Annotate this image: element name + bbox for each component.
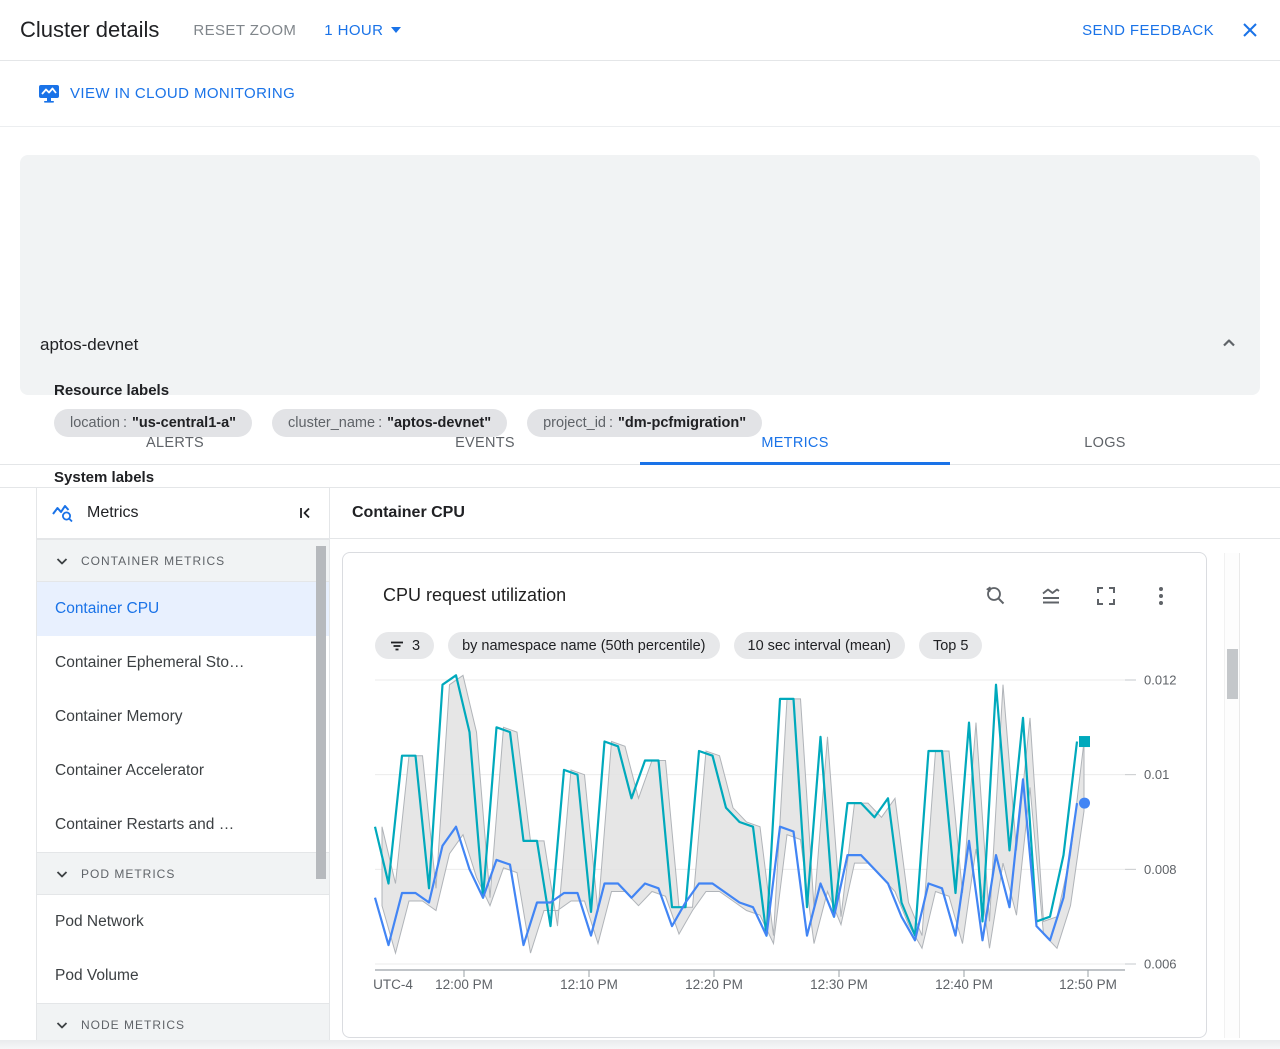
sidebar-item-container-cpu[interactable]: Container CPU xyxy=(37,582,329,636)
content-region: Metrics CONTAINER METRICS Container CPU Co… xyxy=(0,487,1280,1040)
cluster-name: aptos-devnet xyxy=(40,335,139,354)
close-icon xyxy=(1243,23,1257,37)
chart-actions xyxy=(984,584,1173,608)
tab-alerts[interactable]: ALERTS xyxy=(20,420,330,465)
sidebar-item-container-restarts-and[interactable]: Container Restarts and … xyxy=(37,798,329,852)
page-title: Cluster details xyxy=(20,17,160,42)
resource-labels-title: Resource labels xyxy=(54,382,170,399)
svg-text:UTC-4: UTC-4 xyxy=(373,977,413,992)
main-scrollbar-thumb[interactable] xyxy=(1227,649,1238,699)
chart-card: CPU request utilization 3 by namespace n… xyxy=(342,552,1207,1038)
metrics-sidebar: Metrics CONTAINER METRICS Container CPU Co… xyxy=(36,488,330,1040)
view-link-label: VIEW IN CLOUD MONITORING xyxy=(70,85,296,102)
section-header-node-metrics[interactable]: NODE METRICS xyxy=(37,1003,329,1040)
time-range-value: 1 HOUR xyxy=(324,21,384,39)
metrics-chart-icon xyxy=(51,501,75,525)
panel-bottom-edge xyxy=(0,1040,1280,1049)
section-header-container-metrics[interactable]: CONTAINER METRICS xyxy=(37,539,329,582)
fullscreen-button[interactable] xyxy=(1094,584,1118,608)
section-header-pod-metrics[interactable]: POD METRICS xyxy=(37,852,329,895)
sidebar-item-container-memory[interactable]: Container Memory xyxy=(37,690,329,744)
sidebar-scrollbar-thumb[interactable] xyxy=(316,546,326,879)
sidebar-item-pod-network[interactable]: Pod Network xyxy=(37,895,329,949)
area-chart-icon xyxy=(1042,588,1060,604)
sidebar-header: Metrics xyxy=(37,488,329,539)
cluster-summary-card: aptos-devnet Resource labels location: "u… xyxy=(20,155,1260,524)
view-in-cloud-monitoring-link[interactable]: VIEW IN CLOUD MONITORING xyxy=(38,84,295,103)
svg-text:0.01: 0.01 xyxy=(1144,767,1169,782)
sidebar-item-pod-volume[interactable]: Pod Volume xyxy=(37,949,329,1003)
chevron-down-icon xyxy=(56,1021,68,1028)
metrics-list: CONTAINER METRICS Container CPU Container … xyxy=(37,539,329,1040)
sidebar-collapse-button[interactable] xyxy=(295,503,315,523)
collapse-card-button[interactable] xyxy=(1216,331,1242,357)
metric-group-header: Container CPU xyxy=(330,488,1280,539)
section-label: POD METRICS xyxy=(81,866,176,881)
chevron-down-icon xyxy=(56,870,68,877)
tab-bar: ALERTS EVENTS METRICS LOGS xyxy=(20,420,1260,465)
metric-group-title: Container CPU xyxy=(352,504,465,521)
reset-zoom-button[interactable]: RESET ZOOM xyxy=(193,22,296,39)
sidebar-title: Metrics xyxy=(87,504,139,521)
svg-text:12:40 PM: 12:40 PM xyxy=(935,977,993,992)
chevron-down-icon xyxy=(391,27,402,33)
system-labels-title: System labels xyxy=(54,469,155,486)
monitoring-link-row: VIEW IN CLOUD MONITORING xyxy=(0,61,1280,127)
close-button[interactable] xyxy=(1236,16,1264,44)
time-range-dropdown[interactable]: 1 HOUR xyxy=(324,21,402,39)
more-options-button[interactable] xyxy=(1149,584,1173,608)
svg-text:0.012: 0.012 xyxy=(1144,673,1177,688)
section-label: NODE METRICS xyxy=(81,1017,186,1032)
sidebar-item-container-ephemeral-sto[interactable]: Container Ephemeral Sto… xyxy=(37,636,329,690)
monitoring-icon xyxy=(39,85,59,103)
svg-text:12:20 PM: 12:20 PM xyxy=(685,977,743,992)
cluster-details-panel: Cluster details RESET ZOOM 1 HOUR SEND F… xyxy=(0,0,1280,1049)
main-scrollbar[interactable] xyxy=(1224,553,1240,1038)
chart-title: CPU request utilization xyxy=(383,585,567,605)
section-label: CONTAINER METRICS xyxy=(81,553,226,568)
sidebar-item-container-accelerator[interactable]: Container Accelerator xyxy=(37,744,329,798)
svg-text:0.006: 0.006 xyxy=(1144,957,1177,972)
chart-type-button[interactable] xyxy=(1039,584,1063,608)
send-feedback-button[interactable]: SEND FEEDBACK xyxy=(1082,22,1214,39)
metrics-main-panel: Container CPU CPU request utilization 3 … xyxy=(330,488,1280,1040)
collapse-left-icon xyxy=(300,507,310,519)
chevron-up-icon xyxy=(1223,339,1235,347)
cpu-utilization-chart[interactable]: 0.012 0.01 0.008 0.006 UTC-4 12:00 PM 12:10 PM… xyxy=(343,648,1206,1037)
top-bar: Cluster details RESET ZOOM 1 HOUR SEND F… xyxy=(0,0,1280,61)
tab-logs[interactable]: LOGS xyxy=(950,420,1260,465)
zoom-reset-icon xyxy=(986,586,1005,605)
more-vert-icon xyxy=(1159,587,1163,605)
sidebar-scrollbar[interactable] xyxy=(316,541,326,1039)
tab-metrics[interactable]: METRICS xyxy=(640,420,950,465)
svg-text:12:00 PM: 12:00 PM xyxy=(435,977,493,992)
svg-text:12:30 PM: 12:30 PM xyxy=(810,977,868,992)
svg-text:0.008: 0.008 xyxy=(1144,862,1177,877)
svg-text:12:10 PM: 12:10 PM xyxy=(560,977,618,992)
tab-events[interactable]: EVENTS xyxy=(330,420,640,465)
zoom-reset-button[interactable] xyxy=(984,584,1008,608)
chevron-down-icon xyxy=(56,557,68,564)
svg-text:12:50 PM: 12:50 PM xyxy=(1059,977,1117,992)
fullscreen-icon xyxy=(1097,587,1115,605)
